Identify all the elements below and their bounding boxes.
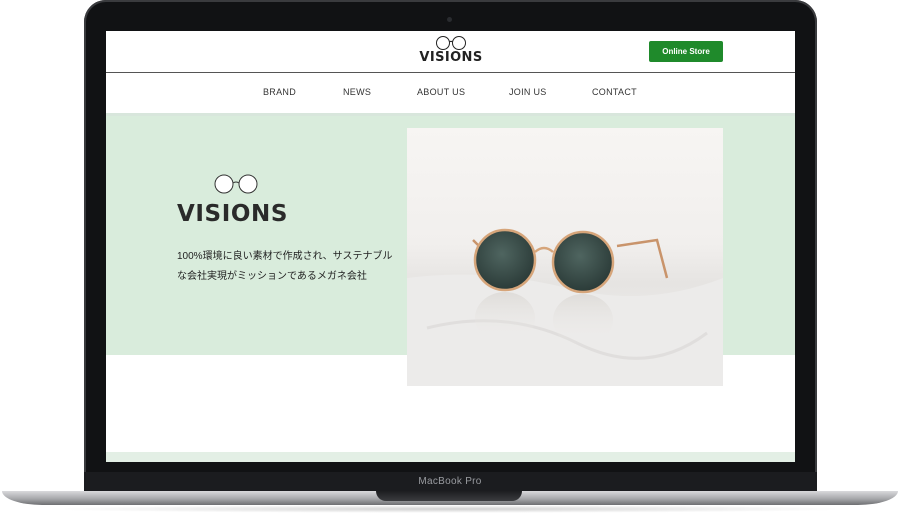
glasses-logo-icon [436, 36, 466, 50]
site-logo-wordmark: VISIONS [419, 50, 483, 65]
online-store-button[interactable]: Online Store [649, 41, 723, 62]
webcam [447, 17, 452, 22]
hero-tagline-line-1: 100%環境に良い素材で作成され、サステナブル [177, 251, 393, 262]
site-header: VISIONS Online Store [106, 31, 795, 73]
nav-contact[interactable]: CONTACT [592, 87, 637, 97]
nav-news[interactable]: NEWS [343, 87, 371, 97]
hero-tagline: 100%環境に良い素材で作成され、サステナブル な会社実現がミッションであるメガ… [177, 247, 407, 287]
main-nav: BRAND NEWS ABOUT US JOIN US CONTACT [106, 73, 795, 116]
site-logo[interactable]: VISIONS [406, 35, 496, 69]
glasses-logo-icon [214, 174, 258, 194]
sunglasses-photo [407, 228, 723, 386]
nav-join-us[interactable]: JOIN US [509, 87, 547, 97]
laptop-shadow [40, 505, 860, 513]
hero-brand-title: VISIONS [177, 201, 289, 227]
nav-about-us[interactable]: ABOUT US [417, 87, 465, 97]
nav-brand[interactable]: BRAND [263, 87, 296, 97]
next-section-band [106, 452, 795, 462]
website-screen: VISIONS Online Store BRAND NEWS ABOUT US… [106, 31, 795, 462]
hero-photo [407, 128, 723, 386]
laptop-notch [376, 491, 522, 501]
device-label: MacBook Pro [418, 476, 482, 487]
hero-tagline-line-2: な会社実現がミッションであるメガネ会社 [177, 271, 367, 282]
